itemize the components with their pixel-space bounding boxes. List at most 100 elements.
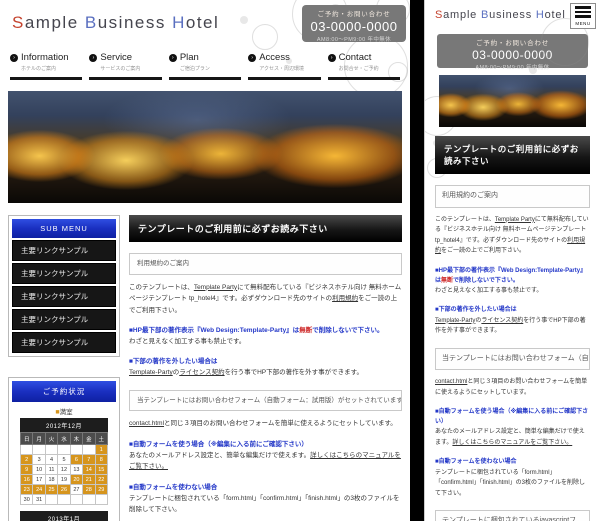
calendar-day-cell: 16 [19, 474, 34, 485]
logo-letter: H [172, 13, 186, 32]
nav-item-subtitle: ホテルのご案内 [21, 66, 57, 72]
decorative-dot [529, 66, 537, 74]
nav-item-subtitle: ご宿泊プラン [179, 66, 210, 72]
text-link[interactable]: ライセンス契約 [179, 369, 224, 376]
text-link[interactable]: contact.html [129, 420, 164, 427]
hamburger-menu-button[interactable]: MENU [570, 3, 596, 29]
notice-heading: ■下部の著作を外したい場合は [435, 305, 590, 315]
nav-item-contact[interactable]: › Contact お問合せ・ご予約 [327, 50, 401, 80]
sidebar-link[interactable]: 主要リンクサンプル [12, 286, 116, 307]
hero-image [439, 75, 586, 127]
text-segment: ■HP最下部の著作表示『Web Design:Template-Party』は [129, 326, 300, 334]
calendar-day-header: 月 [32, 432, 46, 445]
page-title: テンプレートのご利用前に必ずお読み下さい [129, 215, 402, 242]
nav-item-service[interactable]: › Service サービスのご案内 [89, 50, 162, 80]
nav-item-subtitle: お問合せ・ご予約 [338, 66, 379, 72]
main-content: テンプレートのご利用前に必ずお読み下さい 利用規約のご案内 このテンプレートは、T… [129, 215, 402, 521]
section-heading: 当テンプレートにはお問い合わせフォーム（自動フォーム：試用版）がセットされていま… [435, 347, 590, 371]
mobile-header: Sample Business Hotel MENU [425, 0, 600, 31]
text-link[interactable]: Template-Party [129, 369, 173, 376]
nav-item-label: Plan [179, 52, 199, 63]
calendar-day-cell: 15 [94, 464, 109, 475]
calendar-day-cell: 30 [19, 494, 34, 505]
nav-item-information[interactable]: › Information ホテルのご案内 [10, 50, 83, 80]
nav-item-row: › Contact [327, 52, 400, 63]
paragraph: Template-Partyのライセンス契約を行う事でHP下部の著作を外す事がで… [435, 316, 590, 337]
text-segment: テンプレートに梱包されている「form.html」「confirm.html」「… [435, 469, 586, 497]
calendar-day-cell: 11 [44, 464, 59, 475]
text-link[interactable]: 利用規約 [332, 295, 358, 302]
calendar-day-cell: 10 [32, 464, 46, 475]
calendar-day-cell: 6 [69, 454, 84, 465]
paragraph: Template-Partyのライセンス契約を行う事でHP下部の著作を外す事がで… [129, 367, 402, 378]
text-link[interactable]: ライセンス契約 [481, 318, 523, 324]
desktop-view: Sample Business Hotel ご予約・お問い合わせ 03-0000… [0, 0, 410, 521]
paragraph: テンプレートに梱包されている「form.html」「confirm.html」「… [129, 493, 402, 516]
nav-item-subtitle: サービスのご案内 [100, 66, 141, 72]
logo-letter: S [12, 13, 25, 32]
calendar-day-cell: 8 [94, 454, 109, 465]
section-heading: 利用規約のご案内 [129, 253, 402, 275]
text-segment: で削除しないで下さい。 [312, 326, 384, 334]
logo-letter: H [535, 9, 545, 21]
text-segment: 無断 [441, 277, 454, 284]
text-segment: ■自動フォームを使う場合（※編集に入る前にご確認下さい） [129, 440, 308, 448]
paragraph: contact.htmlと同じ３項目のお問い合わせフォームを簡単に使えるようにセ… [435, 377, 590, 398]
calendar-day-cell [57, 444, 71, 455]
calendar-day-cell [82, 494, 96, 505]
paragraph: このテンプレートは、Template Partyにて無料配布している『ビジネスホ… [435, 215, 590, 257]
nav-item-plan[interactable]: › Plan ご宿泊プラン [168, 50, 242, 80]
calendar-day-header: 日 [19, 432, 34, 445]
phone-hours: AM8:00～PM9:00 年中無休 [316, 37, 392, 43]
nav-bullet-icon: › [168, 53, 177, 62]
sidebar-link[interactable]: 主要リンクサンプル [12, 263, 116, 284]
calendar-day-cell [69, 494, 84, 505]
calendar-day-cell: 14 [82, 464, 96, 475]
calendar-day-cell [19, 444, 34, 455]
paragraph: わざと見えなく加工する事も禁止です。 [435, 286, 590, 297]
text-segment: わざと見えなく加工する事も禁止です。 [435, 287, 543, 294]
text-link[interactable]: Template Party [495, 217, 535, 223]
calendar-day-cell: 3 [32, 454, 46, 465]
logo-letter: ample [443, 9, 481, 21]
section-heading: 利用規約のご案内 [435, 185, 590, 208]
phone-box: ご予約・お問い合わせ 03-0000-0000 AM8:00～PM9:00 年中… [302, 5, 406, 43]
desktop-columns: SUB MENU 主要リンクサンプル 主要リンクサンプル 主要リンクサンプル 主要リン… [0, 203, 410, 521]
nav-item-access[interactable]: › Access アクセス・周辺環境 [248, 50, 321, 80]
text-link[interactable]: contact.html [435, 379, 467, 385]
calendar-day-cell: 27 [69, 484, 84, 495]
nav-bullet-icon: › [10, 53, 18, 62]
nav-item-row: › Plan [168, 52, 241, 63]
calendar-day-cell: 17 [32, 474, 46, 485]
page-title: テンプレートのご利用前に必ずお読み下さい [435, 136, 590, 174]
notice-heading: ■HP最下部の著作表示『Web Design:Template-Party』は無… [129, 325, 402, 336]
panel-divider [410, 0, 424, 521]
sidebar-link[interactable]: 主要リンクサンプル [12, 240, 116, 261]
main-nav: › Information ホテルのご案内 › Service サービスのご案内 › Plan… [0, 46, 410, 80]
text-link[interactable]: Template-Party [435, 318, 475, 324]
calendar-day-cell [94, 494, 109, 505]
text-link[interactable]: 詳しくはこちらのマニュアルをご覧下さい。 [452, 440, 572, 446]
logo-letter: otel [185, 13, 220, 32]
text-link[interactable]: Template Party [194, 284, 237, 291]
menu-button-label: MENU [575, 20, 591, 26]
reservation-title: ご予約状況 [12, 381, 116, 402]
notice-heading: ■HP最下部の著作表示『Web Design:Template-Party』は無… [435, 266, 590, 286]
calendar-day-cell: 23 [19, 484, 34, 495]
submenu-items: 主要リンクサンプル 主要リンクサンプル 主要リンクサンプル 主要リンクサンプル 主要リン… [12, 240, 116, 353]
site-logo[interactable]: Sample Business Hotel [12, 13, 219, 33]
text-segment: ■自動フォームを使う場合（※編集に入る前にご確認下さい） [435, 409, 589, 426]
calendar-day-cell: 25 [44, 484, 59, 495]
text-segment: で削除しないで下さい。 [453, 277, 519, 284]
site-logo[interactable]: Sample Business Hotel [435, 9, 566, 21]
calendar-month-title: 2013年1月 [20, 511, 108, 521]
calendars: 2012年12月日月火水木金土 1 2 3 4 5 6 7 8 9 10 11 12 13 14 15 16 17… [12, 418, 116, 521]
nav-item-label: Contact [338, 52, 372, 63]
hero-image [8, 91, 402, 203]
sidebar-link[interactable]: 主要リンクサンプル [12, 309, 116, 330]
text-segment: 無断 [299, 326, 313, 334]
calendar-day-cell [57, 494, 71, 505]
mobile-view: Sample Business Hotel MENU ご予約・お問い合わせ 03… [424, 0, 600, 521]
calendar-day-cell [44, 494, 59, 505]
sidebar-link[interactable]: 主要リンクサンプル [12, 332, 116, 353]
